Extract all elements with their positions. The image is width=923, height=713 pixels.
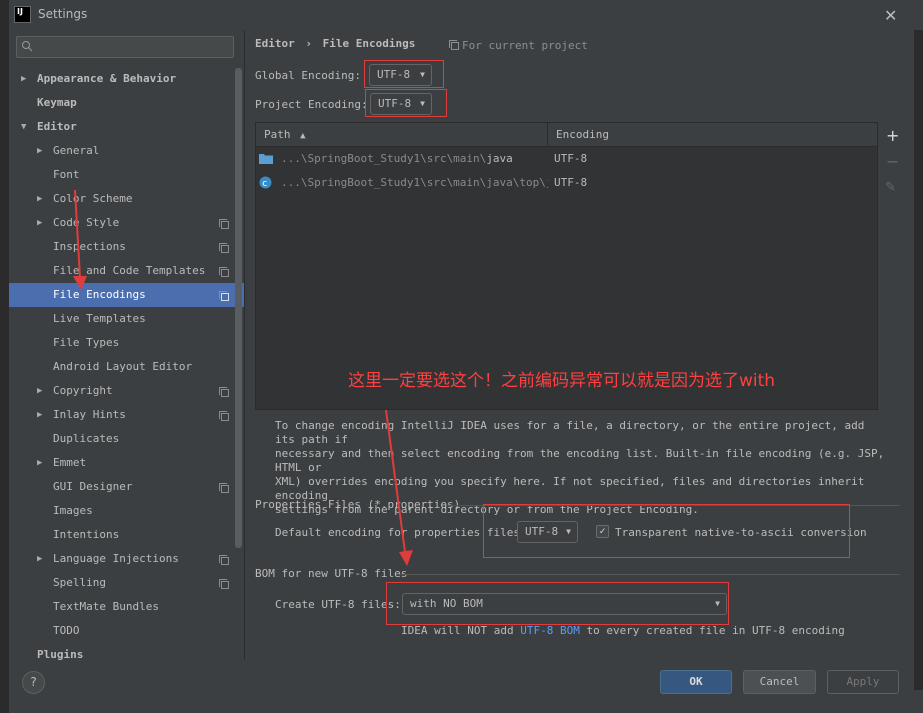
help-button[interactable]: ? (22, 671, 45, 694)
annotation-arrow-line (385, 409, 406, 553)
ok-button[interactable]: OK (660, 670, 732, 694)
annotation-arrowhead (399, 550, 413, 566)
annotation-arrowhead (73, 276, 87, 290)
apply-button[interactable]: Apply (827, 670, 899, 694)
annotation-arrows (73, 189, 413, 566)
annotation-arrow-line (74, 189, 81, 279)
cancel-button[interactable]: Cancel (743, 670, 816, 694)
